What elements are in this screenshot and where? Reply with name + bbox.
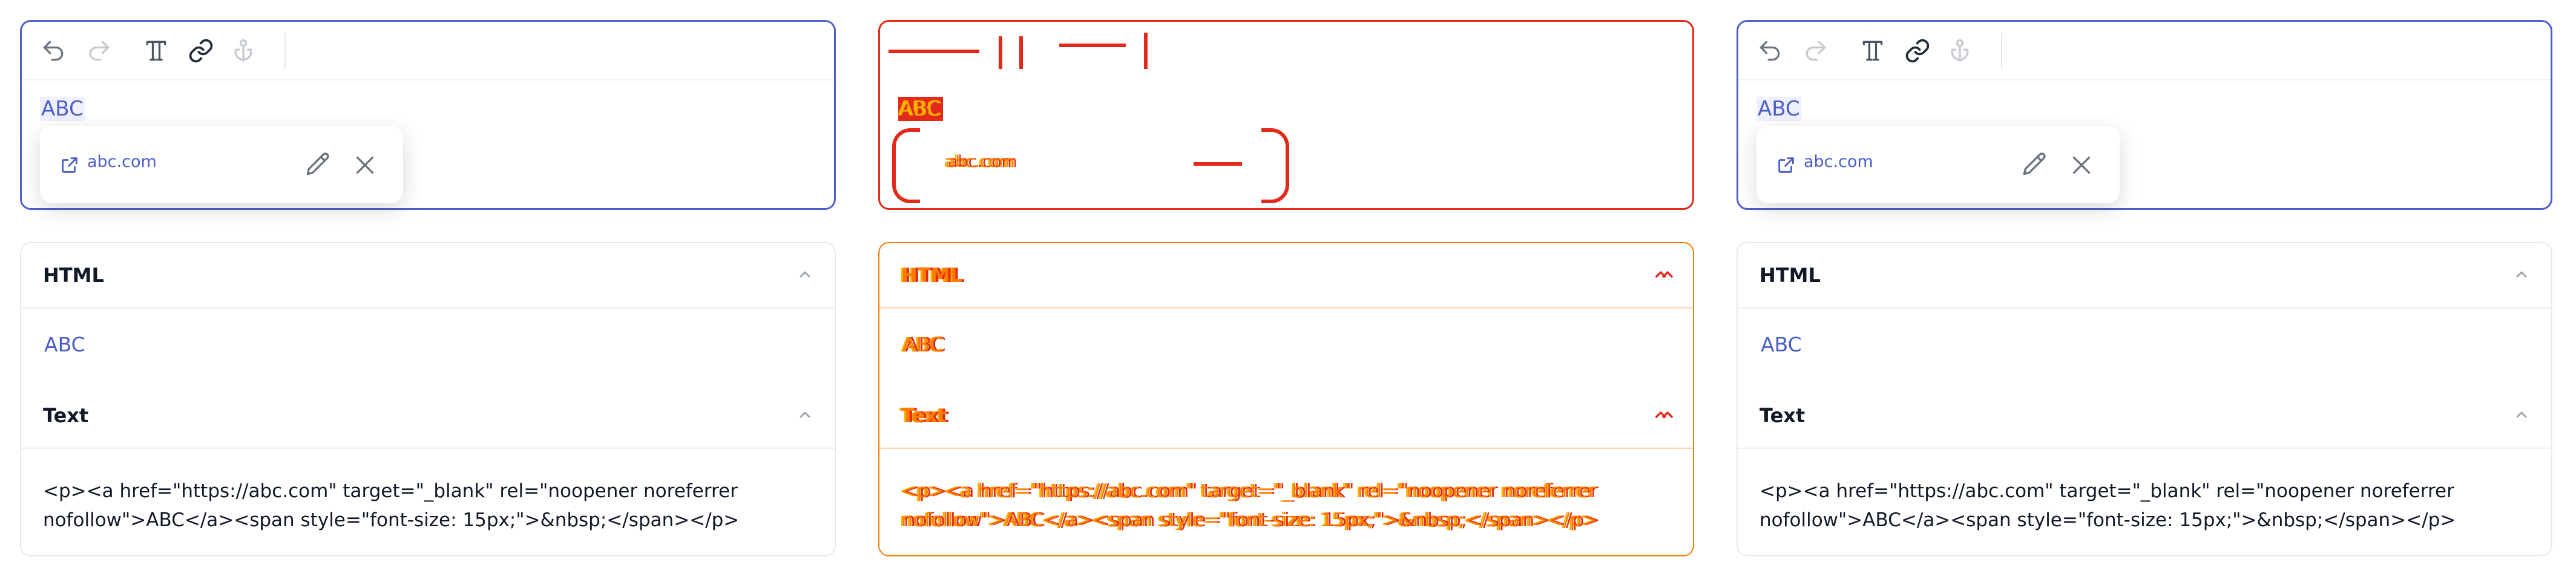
close-icon[interactable] bbox=[350, 150, 380, 180]
redo-icon[interactable] bbox=[84, 35, 115, 67]
diff-mark bbox=[999, 36, 1002, 69]
html-preview[interactable]: ABC bbox=[1761, 333, 1802, 356]
chevron-up-icon[interactable] bbox=[1653, 264, 1674, 284]
editor-toolbar bbox=[1738, 22, 2551, 80]
editor-toolbar-diff bbox=[880, 22, 1692, 79]
text-section-header-diff[interactable]: Text bbox=[879, 383, 1693, 449]
linked-text-diff[interactable]: ABC bbox=[898, 97, 943, 121]
text-section-title: Text bbox=[1760, 404, 1806, 427]
html-section-header-diff[interactable]: HTML bbox=[879, 243, 1693, 308]
output-card: HTML ABC Text <p><a href="https://abc.co… bbox=[20, 242, 836, 556]
anchor-icon[interactable] bbox=[1944, 35, 1976, 67]
edit-icon[interactable] bbox=[303, 150, 333, 180]
anchor-icon[interactable] bbox=[228, 35, 259, 67]
text-section-title-diff: Text bbox=[901, 404, 947, 427]
linked-text[interactable]: ABC bbox=[1756, 97, 1801, 121]
chevron-up-icon[interactable] bbox=[1653, 404, 1674, 425]
rich-text-editor[interactable]: ABC abc.com bbox=[1736, 20, 2552, 210]
link-icon[interactable] bbox=[185, 35, 217, 67]
html-section-title: HTML bbox=[43, 264, 104, 287]
panel-right: ABC abc.com HTML ABC Text <p><a href="ht… bbox=[1717, 0, 2576, 577]
external-link-icon[interactable] bbox=[59, 155, 80, 175]
edit-icon[interactable] bbox=[2019, 150, 2049, 180]
diff-mark bbox=[1144, 33, 1148, 69]
diff-mark bbox=[1059, 44, 1126, 47]
chevron-up-icon[interactable] bbox=[2511, 404, 2532, 425]
chevron-up-icon[interactable] bbox=[795, 404, 815, 425]
chevron-up-icon[interactable] bbox=[795, 264, 815, 284]
linked-text[interactable]: ABC bbox=[40, 97, 85, 121]
link-popover-diff: abc.com bbox=[892, 126, 1289, 203]
rich-text-editor-diff[interactable]: ABC abc.com bbox=[878, 20, 1694, 210]
link-popover: abc.com bbox=[40, 126, 403, 203]
output-card-diff: HTML ABC Text <p><a href="https://abc.co… bbox=[878, 242, 1694, 556]
panel-left: ABC abc.com HTML ABC Text <p><a href="ht… bbox=[0, 0, 859, 577]
chevron-up-icon[interactable] bbox=[2511, 264, 2532, 284]
html-preview[interactable]: ABC bbox=[44, 333, 85, 356]
diff-mark bbox=[1194, 162, 1242, 166]
panel-diff: ABC abc.com HTML ABC Text <p><a href="ht… bbox=[858, 0, 1718, 577]
toolbar-separator bbox=[284, 33, 286, 69]
text-section-header[interactable]: Text bbox=[1738, 383, 2551, 449]
html-section-title-diff: HTML bbox=[901, 264, 962, 287]
font-size-icon[interactable] bbox=[140, 35, 172, 67]
html-section-header[interactable]: HTML bbox=[1738, 243, 2551, 308]
diff-mark bbox=[1019, 36, 1023, 69]
link-popover: abc.com bbox=[1756, 126, 2120, 203]
font-size-icon[interactable] bbox=[1857, 35, 1888, 67]
link-url-diff[interactable]: abc.com bbox=[945, 152, 1015, 171]
diff-mark bbox=[889, 50, 979, 53]
html-source-text: <p><a href="https://abc.com" target="_bl… bbox=[1760, 480, 2460, 531]
undo-icon[interactable] bbox=[38, 35, 69, 67]
link-url[interactable]: abc.com bbox=[1804, 152, 1873, 171]
html-source-text-diff: <p><a href="https://abc.com" target="_bl… bbox=[901, 480, 1602, 531]
link-icon[interactable] bbox=[1902, 35, 1933, 67]
external-link-icon[interactable] bbox=[1776, 155, 1796, 175]
redo-icon[interactable] bbox=[1800, 35, 1832, 67]
toolbar-separator bbox=[2001, 33, 2002, 69]
rich-text-editor[interactable]: ABC abc.com bbox=[20, 20, 836, 210]
diff-mark bbox=[1261, 128, 1289, 203]
html-section-title: HTML bbox=[1760, 264, 1821, 287]
close-icon[interactable] bbox=[2066, 150, 2097, 180]
text-section-title: Text bbox=[43, 404, 89, 427]
diff-mark bbox=[892, 128, 920, 203]
output-card: HTML ABC Text <p><a href="https://abc.co… bbox=[1736, 242, 2552, 556]
editor-toolbar bbox=[22, 22, 834, 80]
html-preview-diff[interactable]: ABC bbox=[902, 333, 944, 356]
link-url[interactable]: abc.com bbox=[87, 152, 157, 171]
undo-icon[interactable] bbox=[1754, 35, 1786, 67]
html-source-text: <p><a href="https://abc.com" target="_bl… bbox=[43, 480, 744, 531]
html-section-header[interactable]: HTML bbox=[21, 243, 835, 308]
text-section-header[interactable]: Text bbox=[21, 383, 835, 449]
